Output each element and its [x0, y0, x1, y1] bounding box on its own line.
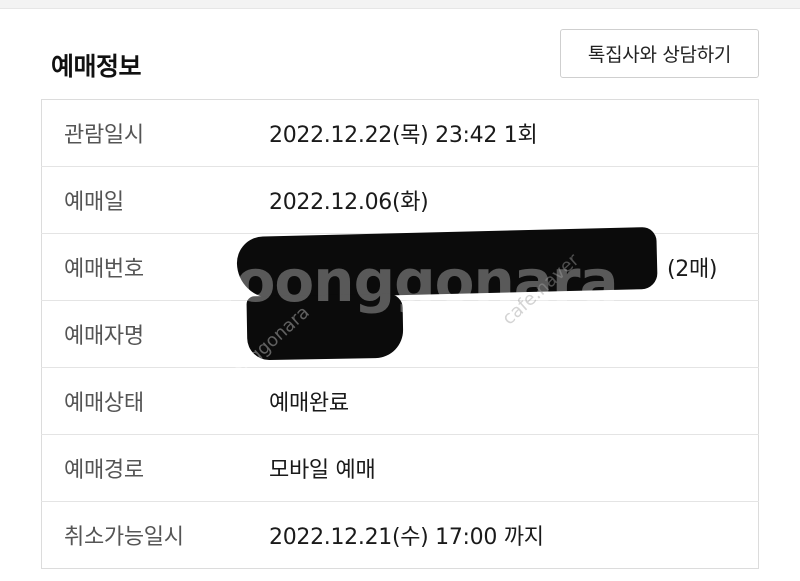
row-value: 2022.12.22(목) 23:42 1회 [269, 99, 759, 167]
reservation-info-page: 예매정보 톡집사와 상담하기 관람일시 2022.12.22(목) 23:42 … [0, 9, 800, 581]
row-value: 2022.12.06(화) [269, 166, 759, 234]
table-row-booker-name: 예매자명 [41, 293, 759, 368]
table-row-cancel-deadline: 취소가능일시 2022.12.21(수) 17:00 까지 [42, 502, 759, 569]
table-row-viewing-datetime: 관람일시 2022.12.22(목) 23:42 1회 [41, 99, 759, 167]
ticket-count: (2매) [667, 257, 718, 282]
section-header: 예매정보 톡집사와 상담하기 [41, 29, 759, 97]
table-row-booking-date: 예매일 2022.12.06(화) [41, 166, 759, 234]
table-row-booking-number: 예매번호 (2매) [41, 226, 759, 301]
redaction-mark [236, 226, 658, 300]
row-value: 예매완료 [269, 367, 759, 435]
reservation-info-table: 관람일시 2022.12.22(목) 23:42 1회 예매일 2022.12.… [41, 99, 759, 569]
row-label: 예매자명 [41, 300, 269, 368]
row-label: 예매상태 [41, 367, 269, 435]
row-label: 예매일 [41, 166, 269, 234]
row-label: 취소가능일시 [64, 525, 184, 550]
row-value: 모바일 예매 [269, 434, 759, 502]
table-row-booking-status: 예매상태 예매완료 [41, 367, 759, 435]
row-label: 예매경로 [41, 434, 269, 502]
row-value-cell: (2매) [236, 226, 759, 301]
redaction-mark [246, 293, 404, 361]
section-title: 예매정보 [51, 52, 142, 81]
table-row-booking-channel: 예매경로 모바일 예매 [41, 434, 759, 502]
top-divider [0, 0, 800, 9]
consult-chat-button[interactable]: 톡집사와 상담하기 [560, 29, 759, 78]
row-label: 관람일시 [41, 99, 269, 167]
row-value-cell [246, 293, 759, 368]
row-value: 2022.12.21(수) 17:00 까지 [269, 525, 544, 550]
row-label: 예매번호 [41, 233, 269, 301]
